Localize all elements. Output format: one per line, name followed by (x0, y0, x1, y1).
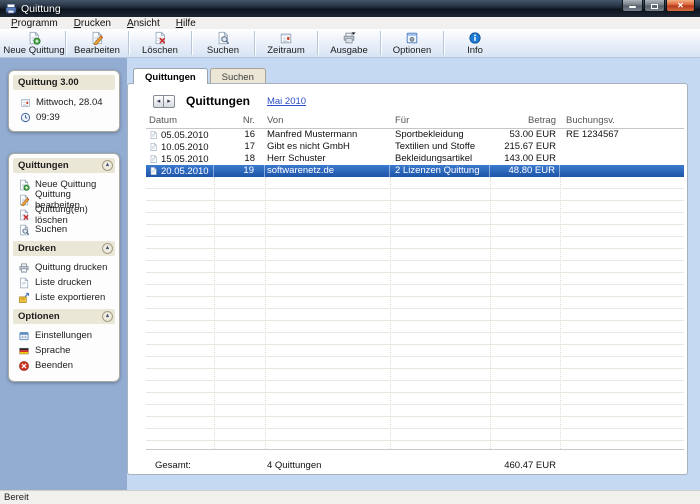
toolbar-output-button[interactable]: Ausgabe (318, 29, 380, 57)
collapse-button[interactable]: ▴ (102, 243, 113, 254)
sidebar-item-quittung-drucken[interactable]: Quittung drucken (13, 260, 115, 275)
toolbar-period-button[interactable]: Zeitraum (255, 29, 317, 57)
receipt-count: 4 Quittungen (265, 460, 390, 471)
calendar-icon (20, 97, 31, 108)
close-icon: ✕ (677, 2, 684, 10)
table-header: Datum Nr. Von Für Betrag Buchungsv. (146, 115, 684, 129)
new-receipt-icon (27, 31, 41, 45)
options-icon (405, 31, 419, 45)
total-label: Gesamt: (146, 460, 214, 471)
toolbar-edit-button[interactable]: Bearbeiten (66, 29, 128, 57)
sidebar-item-sprache[interactable]: Sprache (13, 343, 115, 358)
calendar-icon (279, 31, 293, 45)
next-month-button[interactable]: ▸ (164, 95, 175, 108)
menu-drucken[interactable]: Drucken (66, 18, 119, 29)
app-window: Quittung ✕ Programm Drucken Ansicht Hilf… (0, 0, 700, 504)
app-icon (5, 3, 17, 15)
page-title: Quittungen (186, 94, 250, 108)
menu-programm[interactable]: Programm (3, 18, 66, 29)
titlebar: Quittung ✕ (0, 0, 700, 17)
table-row[interactable]: 15.05.2010 18 Herr Schuster Bekleidungsa… (146, 153, 684, 165)
minimize-button[interactable] (622, 0, 643, 12)
receipt-doc-icon (149, 130, 158, 140)
menubar: Programm Drucken Ansicht Hilfe (0, 17, 700, 29)
toolbar-new-receipt-button[interactable]: Neue Quittung (3, 29, 65, 57)
document-icon (18, 277, 30, 289)
receipt-doc-icon (149, 154, 158, 164)
maximize-icon (651, 4, 658, 9)
print-output-icon (342, 31, 356, 45)
search-icon (18, 224, 30, 236)
window-title: Quittung (21, 3, 61, 15)
collapse-button[interactable]: ▴ (102, 311, 113, 322)
menu-hilfe[interactable]: Hilfe (168, 18, 204, 29)
toolbar: Neue Quittung Bearbeiten Löschen Suchen … (0, 29, 700, 58)
export-icon (18, 292, 30, 304)
toolbar-options-button[interactable]: Optionen (381, 29, 443, 57)
info-icon (468, 31, 482, 45)
receipt-doc-icon (149, 142, 158, 152)
delete-icon (18, 209, 30, 221)
statusbar: Bereit (0, 490, 700, 504)
sidebar-item-liste-drucken[interactable]: Liste drucken (13, 275, 115, 290)
table-row[interactable]: 05.05.2010 16 Manfred Mustermann Sportbe… (146, 129, 684, 141)
quit-icon (18, 360, 30, 372)
close-button[interactable]: ✕ (666, 0, 695, 12)
sidebar-item-liste-exportieren[interactable]: Liste exportieren (13, 290, 115, 305)
section-quittungen-header: Quittungen ▴ (13, 158, 115, 173)
current-date: Mittwoch, 28.04 (15, 95, 115, 110)
section-drucken-header: Drucken ▴ (13, 241, 115, 256)
maximize-button[interactable] (644, 0, 665, 12)
period-link[interactable]: Mai 2010 (267, 96, 306, 107)
sidebar-item-beenden[interactable]: Beenden (13, 358, 115, 373)
tab-bar: Quittungen Suchen (133, 68, 688, 83)
printer-icon (18, 262, 30, 274)
sidebar-nav-panel: Quittungen ▴ Neue Quittung Quittung bear… (8, 153, 120, 382)
table-row-selected[interactable]: 20.05.2010 19 softwarenetz.de 2 Lizenzen… (146, 165, 684, 177)
edit-icon (18, 194, 30, 206)
status-text: Bereit (4, 492, 29, 503)
sidebar-item-einstellungen[interactable]: Einstellungen (13, 328, 115, 343)
search-icon (216, 31, 230, 45)
previous-month-button[interactable]: ◂ (153, 95, 164, 108)
new-receipt-icon (18, 179, 30, 191)
toolbar-search-button[interactable]: Suchen (192, 29, 254, 57)
collapse-button[interactable]: ▴ (102, 160, 113, 171)
delete-icon (153, 31, 167, 45)
table-row[interactable]: 10.05.2010 17 Gibt es nicht GmbH Textili… (146, 141, 684, 153)
menu-ansicht[interactable]: Ansicht (119, 18, 168, 29)
receipt-doc-icon (149, 166, 158, 176)
receipts-panel: ◂ ▸ Quittungen Mai 2010 Datum Nr. Von Fü… (127, 83, 688, 475)
sidebar: Quittung 3.00 Mittwoch, 28.04 09:39 Quit… (0, 58, 127, 490)
edit-icon (90, 31, 104, 45)
total-amount: 460.47 EUR (490, 460, 560, 471)
current-time: 09:39 (15, 110, 115, 125)
sidebar-info-panel: Quittung 3.00 Mittwoch, 28.04 09:39 (8, 70, 120, 132)
settings-icon (18, 330, 30, 342)
table-footer: Gesamt: 4 Quittungen 460.47 EUR (146, 450, 684, 474)
minimize-icon (629, 6, 636, 8)
clock-icon (20, 112, 31, 123)
main-content: Quittungen Suchen ◂ ▸ Quittungen Mai 201… (127, 58, 700, 490)
sidebar-item-quittungen-loeschen[interactable]: Quittung(en) löschen (13, 207, 115, 222)
toolbar-info-button[interactable]: Info (444, 29, 506, 57)
app-version-label: Quittung 3.00 (18, 77, 79, 88)
section-optionen-header: Optionen ▴ (13, 309, 115, 324)
german-flag-icon (18, 345, 30, 357)
tab-quittungen[interactable]: Quittungen (133, 68, 208, 84)
empty-rows-grid (146, 177, 684, 450)
toolbar-delete-button[interactable]: Löschen (129, 29, 191, 57)
tab-suchen[interactable]: Suchen (210, 68, 266, 83)
